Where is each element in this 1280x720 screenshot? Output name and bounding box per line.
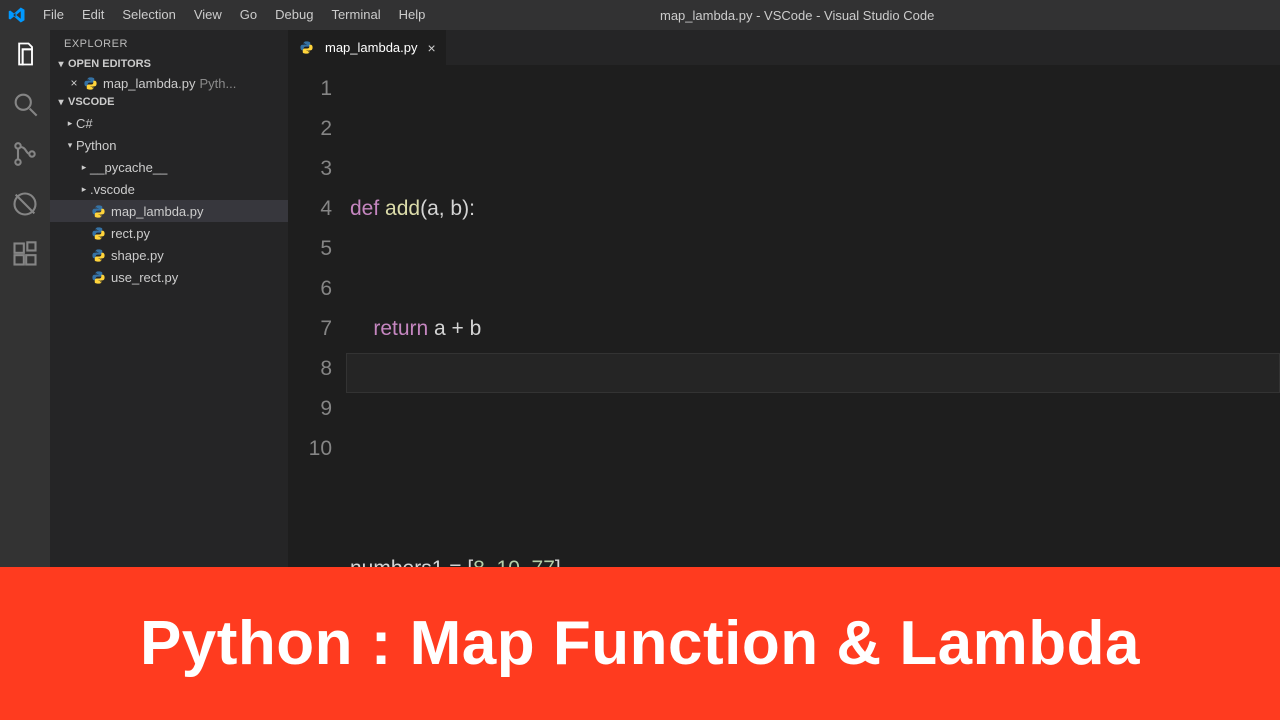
line-number: 9 <box>288 389 332 429</box>
chevron-down-icon: ▾ <box>64 140 76 151</box>
code-editor[interactable]: 1 2 3 4 5 6 7 8 9 10 def add(a, b): retu… <box>288 65 1280 567</box>
chevron-down-icon: ▾ <box>54 97 68 108</box>
folder-pycache[interactable]: ▸ __pycache__ <box>50 156 288 178</box>
workspace-label: VSCODE <box>68 96 114 108</box>
close-icon[interactable]: × <box>428 40 436 56</box>
file-label: use_rect.py <box>111 270 178 285</box>
folder-label: __pycache__ <box>90 160 167 175</box>
main-area: EXPLORER ▾ OPEN EDITORS × map_lambda.py … <box>0 30 1280 567</box>
vscode-window: File Edit Selection View Go Debug Termin… <box>0 0 1280 567</box>
title-banner: Python : Map Function & Lambda <box>0 567 1280 720</box>
line-number: 5 <box>288 229 332 269</box>
activity-bar <box>0 30 50 567</box>
tab-bar: map_lambda.py × <box>288 30 1280 65</box>
close-icon[interactable]: × <box>66 76 82 90</box>
menu-bar: File Edit Selection View Go Debug Termin… <box>34 0 434 30</box>
banner-text: Python : Map Function & Lambda <box>140 608 1140 679</box>
folder-label: .vscode <box>90 182 135 197</box>
line-gutter: 1 2 3 4 5 6 7 8 9 10 <box>288 69 350 567</box>
open-editors-header[interactable]: ▾ OPEN EDITORS <box>50 56 288 72</box>
file-label: shape.py <box>111 248 164 263</box>
explorer-sidebar: EXPLORER ▾ OPEN EDITORS × map_lambda.py … <box>50 30 288 567</box>
python-file-icon <box>298 40 314 56</box>
folder-label: C# <box>76 116 93 131</box>
file-map-lambda[interactable]: map_lambda.py <box>50 200 288 222</box>
editor-group: map_lambda.py × 1 2 3 4 5 6 7 8 9 10 <box>288 30 1280 567</box>
line-number: 6 <box>288 269 332 309</box>
menu-file[interactable]: File <box>34 0 73 30</box>
extensions-icon[interactable] <box>11 240 39 268</box>
debug-icon[interactable] <box>11 190 39 218</box>
tab-map-lambda[interactable]: map_lambda.py × <box>288 30 446 65</box>
chevron-right-icon: ▸ <box>64 118 76 129</box>
line-number: 10 <box>288 429 332 469</box>
window-title: map_lambda.py - VSCode - Visual Studio C… <box>434 8 1280 23</box>
menu-debug[interactable]: Debug <box>266 0 322 30</box>
menu-terminal[interactable]: Terminal <box>322 0 389 30</box>
file-rect[interactable]: rect.py <box>50 222 288 244</box>
active-line-highlight <box>346 353 1280 393</box>
workspace-header[interactable]: ▾ VSCODE <box>50 94 288 110</box>
line-number: 8 <box>288 349 332 389</box>
open-editor-filename: map_lambda.py <box>103 76 196 91</box>
tab-label: map_lambda.py <box>325 40 418 55</box>
chevron-right-icon: ▸ <box>78 184 90 195</box>
folder-csharp[interactable]: ▸ C# <box>50 112 288 134</box>
open-editors-label: OPEN EDITORS <box>68 58 151 70</box>
folder-vscode[interactable]: ▸ .vscode <box>50 178 288 200</box>
file-use-rect[interactable]: use_rect.py <box>50 266 288 288</box>
search-icon[interactable] <box>11 90 39 118</box>
vscode-logo-icon <box>0 6 34 24</box>
menu-selection[interactable]: Selection <box>113 0 184 30</box>
line-number: 4 <box>288 189 332 229</box>
python-file-icon <box>90 247 106 263</box>
line-number: 2 <box>288 109 332 149</box>
chevron-down-icon: ▾ <box>54 59 68 70</box>
python-file-icon <box>90 269 106 285</box>
open-editor-item[interactable]: × map_lambda.py Pyth... <box>50 72 288 94</box>
open-editor-path: Pyth... <box>200 76 237 91</box>
file-shape[interactable]: shape.py <box>50 244 288 266</box>
file-label: map_lambda.py <box>111 204 204 219</box>
python-file-icon <box>82 75 98 91</box>
menu-go[interactable]: Go <box>231 0 266 30</box>
file-tree: ▸ C# ▾ Python ▸ __pycache__ ▸ .vscode <box>50 110 288 288</box>
file-label: rect.py <box>111 226 150 241</box>
sidebar-title: EXPLORER <box>50 30 288 56</box>
explorer-icon[interactable] <box>11 40 39 68</box>
line-number: 7 <box>288 309 332 349</box>
line-number: 1 <box>288 69 332 109</box>
menu-help[interactable]: Help <box>390 0 435 30</box>
line-number: 3 <box>288 149 332 189</box>
python-file-icon <box>90 203 106 219</box>
folder-python[interactable]: ▾ Python <box>50 134 288 156</box>
menu-edit[interactable]: Edit <box>73 0 113 30</box>
code-content[interactable]: def add(a, b): return a + b numbers1 = [… <box>350 69 1280 567</box>
python-file-icon <box>90 225 106 241</box>
menu-view[interactable]: View <box>185 0 231 30</box>
folder-label: Python <box>76 138 116 153</box>
title-bar: File Edit Selection View Go Debug Termin… <box>0 0 1280 30</box>
source-control-icon[interactable] <box>11 140 39 168</box>
chevron-right-icon: ▸ <box>78 162 90 173</box>
